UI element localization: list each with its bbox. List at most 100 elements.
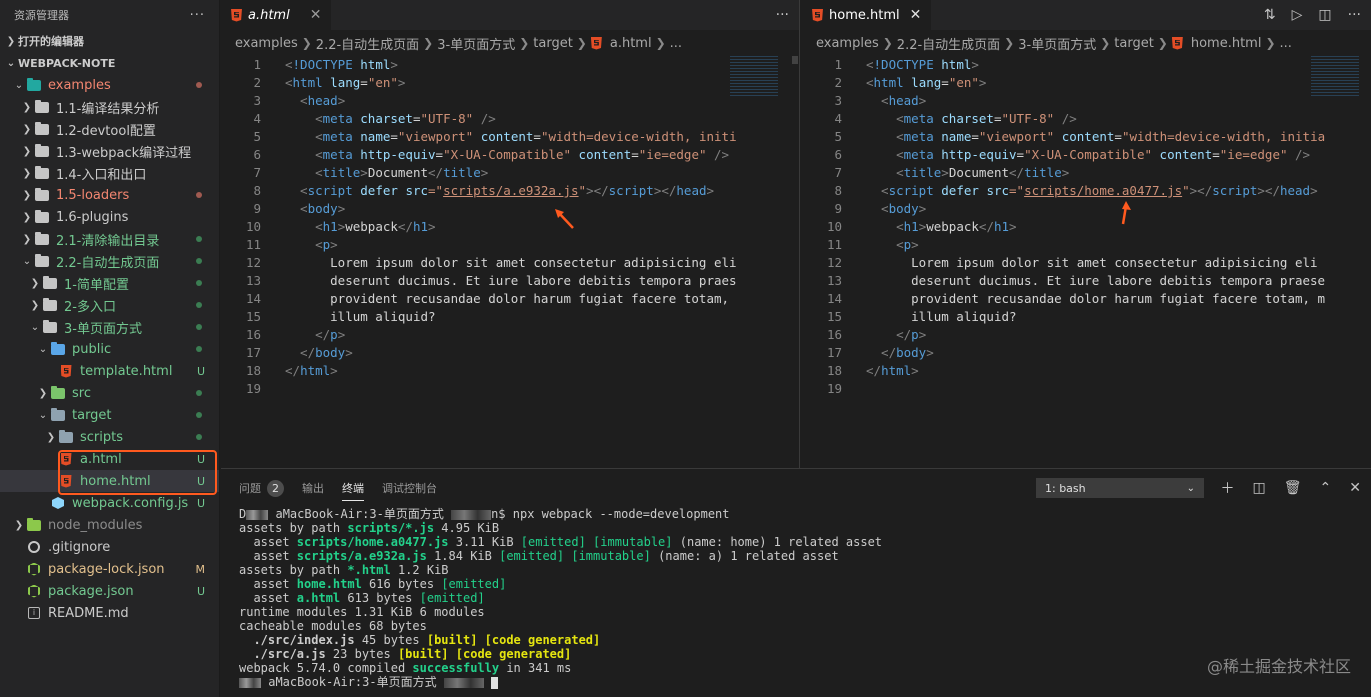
more-actions-icon[interactable]: ··· [190,8,205,23]
tree-item[interactable]: ❯ 1.5-loaders [0,184,219,206]
chevron-down-icon: ⌄ [30,321,40,333]
line-number: 18 [826,363,842,378]
tree-item[interactable]: ⌄ target [0,404,219,426]
folder-icon [42,297,58,312]
tree-item[interactable]: ❯ 1.4-入口和出口 [0,162,219,184]
breadcrumb-item[interactable]: examples [235,36,298,51]
breadcrumb-item[interactable]: target [533,36,573,51]
tree-item[interactable]: webpack.config.js U [0,492,219,514]
scrollbar[interactable] [792,56,798,64]
minimap[interactable] [1299,56,1369,468]
split-terminal-icon[interactable]: ◫ [1253,480,1266,496]
tab-home-html[interactable]: home.html ✕ [802,0,932,30]
file-tree: ⌄ examples ❯ 1.1-编译结果分析 ❯ 1.2-devtool配置 ❯ 1.3-w… [0,74,219,624]
tree-item-label: .gitignore [48,539,111,555]
minimap[interactable] [718,56,788,468]
breadcrumb-item[interactable]: 3-单页面方式 [1018,34,1096,53]
tree-item[interactable]: ⌄ public [0,338,219,360]
project-label: WEBPACK-NOTE [18,56,116,70]
terminal-output[interactable]: D aMacBook-Air:3-单页面方式 n$ npx webpack --… [221,507,1371,689]
line-number: 3 [834,93,842,108]
tree-item[interactable]: ❯ scripts [0,426,219,448]
redacted-username [239,677,261,688]
tab-problems[interactable]: 问题 2 [239,479,284,497]
tree-item[interactable]: ❯ 2.1-清除输出目录 [0,228,219,250]
tree-item[interactable]: ❯ 1.2-devtool配置 [0,118,219,140]
tab-label: home.html [829,7,900,23]
line-number: 18 [245,363,261,378]
tree-item[interactable]: ❯ 1-简单配置 [0,272,219,294]
terminal-select[interactable]: 1: bash ⌄ [1036,478,1204,498]
line-number: 8 [253,183,261,198]
line-number: 6 [834,147,842,162]
git-status-dot [196,324,202,330]
close-icon[interactable]: ✕ [310,7,322,23]
tree-item[interactable]: ⌄ 2.2-自动生成页面 [0,250,219,272]
watermark: @稀土掘金技术社区 [1206,657,1351,676]
source-control-compare-icon[interactable]: ⇅ [1264,7,1276,23]
chevron-right-icon: ❯ [30,299,40,311]
code-line: 9 <body> [802,200,1371,218]
tree-item[interactable]: package.json U [0,580,219,602]
chevron-right-icon: ❯ [22,123,32,135]
breadcrumb-item[interactable]: 2.2-自动生成页面 [897,34,1000,53]
new-terminal-icon[interactable]: ＋ [1221,478,1235,498]
git-status-badge: U [196,364,205,378]
more-actions-icon[interactable]: ··· [1348,7,1361,23]
tab-a-html[interactable]: a.html ✕ [221,0,332,30]
line-number: 7 [253,165,261,180]
close-icon[interactable]: ✕ [1349,480,1361,496]
code-area[interactable]: 1 <!DOCTYPE html> 2 <html lang="en"> 3 <head… [802,56,1371,398]
split-editor-icon[interactable]: ◫ [1318,7,1331,23]
breadcrumb-item[interactable]: ... [1280,36,1292,51]
tree-item[interactable]: a.html U [0,448,219,470]
tree-item-label: package.json [48,583,134,599]
tab-output[interactable]: 输出 [302,480,324,496]
tree-item[interactable]: home.html U [0,470,219,492]
maximize-panel-icon[interactable]: ⌃ [1320,480,1332,496]
tree-item-label: README.md [48,605,129,621]
line-number: 4 [834,111,842,126]
breadcrumb-item[interactable]: 3-单页面方式 [437,34,515,53]
tree-item[interactable]: ❯ 1.6-plugins [0,206,219,228]
code-area[interactable]: 1 <!DOCTYPE html> 2 <html lang="en"> 3 <head… [221,56,799,398]
breadcrumb-item[interactable]: a.html [610,36,652,51]
close-icon[interactable]: ✕ [910,7,922,23]
chevron-right-icon: ❯ [882,36,893,50]
tree-item[interactable]: ⌄ 3-单页面方式 [0,316,219,338]
code-line: 17 </body> [802,344,1371,362]
tree-item[interactable]: ❯ src [0,382,219,404]
breadcrumb-item[interactable]: target [1114,36,1154,51]
chevron-right-icon: ❯ [22,167,32,179]
trash-icon[interactable]: 🗑 [1284,480,1302,496]
tree-item[interactable]: package-lock.json M [0,558,219,580]
run-icon[interactable]: ▷ [1292,7,1303,23]
tree-item[interactable]: template.html U [0,360,219,382]
more-actions-icon[interactable]: ··· [776,7,789,23]
chevron-right-icon: ❯ [576,36,587,50]
tree-item[interactable]: ❯ 1.1-编译结果分析 [0,96,219,118]
breadcrumb-item[interactable]: 2.2-自动生成页面 [316,34,419,53]
line-number: 9 [253,201,261,216]
tree-item[interactable]: i README.md [0,602,219,624]
breadcrumb-item[interactable]: ... [670,36,682,51]
open-editors-section[interactable]: ❯ 打开的编辑器 [0,30,219,52]
breadcrumb-item[interactable]: home.html [1191,36,1262,51]
panel-actions: ＋ ◫ 🗑 ⌃ ✕ [1221,469,1361,507]
tree-item[interactable]: ❯ 2-多入口 [0,294,219,316]
tree-item[interactable]: ❯ 1.3-webpack编译过程 [0,140,219,162]
line-number: 12 [826,255,842,270]
line-number: 9 [834,201,842,216]
tree-item-label: 3-单页面方式 [64,321,142,337]
tree-item[interactable]: ❯ node_modules [0,514,219,536]
tree-item[interactable]: ⌄ examples [0,74,219,96]
tree-item-label: 2.2-自动生成页面 [56,255,160,271]
folder-icon [34,187,50,202]
breadcrumb-item[interactable]: examples [816,36,879,51]
tab-debug-console[interactable]: 调试控制台 [382,480,437,496]
folder-icon [26,517,42,532]
code-line: 17 </body> [221,344,799,362]
project-section[interactable]: ⌄ WEBPACK-NOTE [0,52,219,74]
tree-item[interactable]: .gitignore [0,536,219,558]
tab-terminal[interactable]: 终端 [342,480,364,501]
